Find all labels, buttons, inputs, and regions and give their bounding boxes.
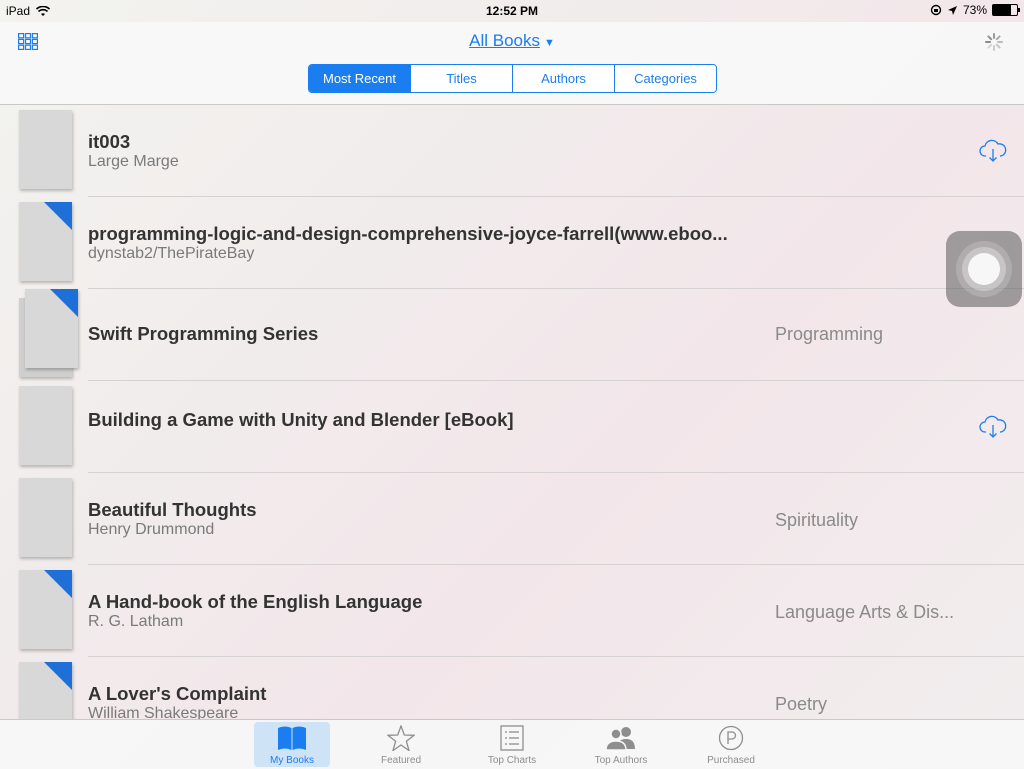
- new-ribbon-icon: [44, 662, 72, 690]
- book-title: A Lover's Complaint: [88, 683, 267, 704]
- status-bar: iPad 12:52 PM 73%: [0, 0, 1024, 22]
- tab-top-authors[interactable]: Top Authors: [583, 722, 659, 767]
- book-author: dynstab2/ThePirateBay: [88, 245, 255, 262]
- book-row[interactable]: programming-logic-and-design-comprehensi…: [0, 197, 1024, 289]
- loading-spinner-icon: [985, 33, 1003, 51]
- segment-authors[interactable]: Authors: [512, 65, 614, 92]
- battery-icon: [992, 4, 1020, 16]
- nav-header: All Books ▼ Most Recent Titles Authors Categ…: [0, 22, 1024, 105]
- segment-most-recent[interactable]: Most Recent: [309, 65, 410, 92]
- tab-featured[interactable]: Featured: [363, 722, 439, 767]
- book-cover[interactable]: [19, 662, 72, 720]
- book-row[interactable]: Building a Game with Unity and Blender […: [0, 381, 1024, 473]
- status-time: 12:52 PM: [485, 4, 539, 18]
- star-icon: [363, 725, 439, 751]
- book-row[interactable]: Swift Programming Series Programming: [0, 289, 1024, 381]
- book-cover[interactable]: [25, 289, 78, 368]
- sort-segmented-control: Most Recent Titles Authors Categories: [308, 64, 717, 93]
- list-icon: [474, 725, 550, 751]
- tab-purchased[interactable]: Purchased: [693, 722, 769, 767]
- book-title: Swift Programming Series: [88, 323, 319, 344]
- book-row[interactable]: A Hand-book of the English Language R. G.…: [0, 565, 1024, 657]
- book-category: Spirituality: [775, 510, 859, 530]
- book-cover[interactable]: [19, 386, 72, 465]
- tab-my-books[interactable]: My Books: [254, 722, 330, 767]
- book-author: William Shakespeare: [88, 705, 239, 720]
- book-category: Language Arts & Dis...: [775, 602, 955, 622]
- tab-bar: My Books Featured Top Charts Top Authors Pur…: [0, 719, 1024, 769]
- book-author: R. G. Latham: [88, 613, 184, 630]
- book-title: A Hand-book of the English Language: [88, 591, 423, 612]
- tab-label: Top Charts: [487, 755, 537, 766]
- cloud-download-icon[interactable]: [979, 415, 1007, 439]
- book-row[interactable]: A Lover's Complaint William Shakespeare Po…: [0, 657, 1024, 720]
- book-title: it003: [88, 131, 131, 152]
- location-arrow-icon: [947, 5, 957, 15]
- battery-level: [993, 5, 1011, 15]
- tab-label: Purchased: [707, 755, 755, 766]
- people-icon: [583, 725, 659, 751]
- book-category: Poetry: [775, 694, 828, 714]
- all-books-dropdown[interactable]: All Books: [469, 31, 540, 50]
- book-cover[interactable]: [19, 478, 72, 557]
- new-ribbon-icon: [44, 570, 72, 598]
- book-row[interactable]: it003 Large Marge: [0, 105, 1024, 197]
- book-icon: [254, 725, 330, 751]
- new-ribbon-icon: [44, 202, 72, 230]
- assistive-touch-button[interactable]: [946, 231, 1022, 307]
- segment-categories[interactable]: Categories: [614, 65, 716, 92]
- tab-top-charts[interactable]: Top Charts: [474, 722, 550, 767]
- book-list: it003 Large Marge programming-logic-and-de…: [0, 105, 1024, 720]
- battery-percent: 73%: [962, 3, 987, 17]
- book-cover[interactable]: [19, 570, 72, 649]
- tab-label: My Books: [270, 755, 314, 766]
- tab-label: Featured: [380, 755, 422, 766]
- book-row[interactable]: Beautiful Thoughts Henry Drummond Spiritua…: [0, 473, 1024, 565]
- book-category: Programming: [775, 324, 884, 344]
- segment-titles[interactable]: Titles: [410, 65, 512, 92]
- book-title: programming-logic-and-design-comprehensi…: [88, 223, 728, 244]
- book-cover[interactable]: [19, 110, 72, 189]
- purchased-icon: [693, 725, 769, 751]
- book-title: Building a Game with Unity and Blender […: [88, 409, 514, 430]
- new-ribbon-icon: [50, 289, 78, 317]
- book-title: Beautiful Thoughts: [88, 499, 257, 520]
- rotation-lock-icon: [930, 4, 942, 16]
- book-author: Henry Drummond: [88, 521, 215, 538]
- cloud-download-icon[interactable]: [979, 139, 1007, 163]
- tab-label: Top Authors: [594, 755, 648, 766]
- caret-down-icon[interactable]: ▼: [544, 37, 555, 49]
- book-cover[interactable]: [19, 202, 72, 281]
- book-author: Large Marge: [88, 153, 179, 170]
